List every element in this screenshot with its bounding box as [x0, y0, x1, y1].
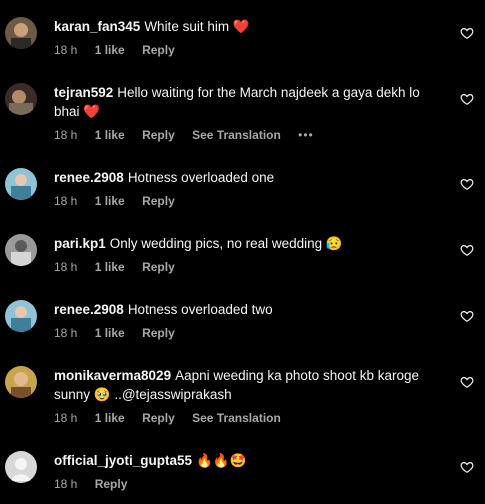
- comment-body: karan_fan345 White suit him ❤️ 18 h 1 lik…: [54, 17, 444, 58]
- comment-meta: 18 h 1 like Reply See Translation •••: [54, 127, 444, 143]
- heart-outline-icon[interactable]: [460, 375, 474, 389]
- comment-likes[interactable]: 1 like: [95, 43, 125, 57]
- comment-text-line: official_jyoti_gupta55 🔥🔥🤩: [54, 451, 444, 470]
- comment-meta: 18 h Reply: [54, 476, 444, 492]
- comment-likes[interactable]: 1 like: [95, 411, 125, 425]
- comment-likes[interactable]: 1 like: [95, 326, 125, 340]
- reply-button[interactable]: Reply: [95, 477, 128, 491]
- see-translation-button[interactable]: See Translation: [192, 411, 281, 425]
- comment-text: 🔥🔥🤩: [196, 453, 247, 468]
- comment-body: renee.2908 Hotness overloaded two 18 h 1 …: [54, 300, 444, 341]
- avatar[interactable]: [5, 300, 37, 332]
- avatar[interactable]: [5, 83, 37, 115]
- reply-button[interactable]: Reply: [142, 194, 175, 208]
- comment-body: monikaverma8029 Aapni weeding ka photo sh…: [54, 366, 444, 426]
- comment-time[interactable]: 18 h: [54, 477, 77, 491]
- comment-username[interactable]: renee.2908: [54, 302, 124, 317]
- comment-time[interactable]: 18 h: [54, 260, 77, 274]
- heart-outline-icon[interactable]: [460, 309, 474, 323]
- comment-likes[interactable]: 1 like: [95, 128, 125, 142]
- comment-time[interactable]: 18 h: [54, 326, 77, 340]
- comment-text-line: tejran592 Hello waiting for the March naj…: [54, 83, 444, 121]
- avatar[interactable]: [5, 366, 37, 398]
- comment-text-line: karan_fan345 White suit him ❤️: [54, 17, 444, 36]
- comment-username[interactable]: renee.2908: [54, 170, 124, 185]
- heart-outline-icon[interactable]: [460, 92, 474, 106]
- heart-outline-icon[interactable]: [460, 243, 474, 257]
- comment-text-line: pari.kp1 Only wedding pics, no real weddi…: [54, 234, 444, 253]
- reply-button[interactable]: Reply: [142, 43, 175, 57]
- comment-text-line: renee.2908 Hotness overloaded one: [54, 168, 444, 187]
- comment-time[interactable]: 18 h: [54, 411, 77, 425]
- see-translation-button[interactable]: See Translation: [192, 128, 281, 142]
- avatar[interactable]: [5, 234, 37, 266]
- comment-time[interactable]: 18 h: [54, 43, 77, 57]
- comment-body: renee.2908 Hotness overloaded one 18 h 1 …: [54, 168, 444, 209]
- reply-button[interactable]: Reply: [142, 128, 175, 142]
- reply-button[interactable]: Reply: [142, 326, 175, 340]
- comment-body: tejran592 Hello waiting for the March naj…: [54, 83, 444, 143]
- comment-meta: 18 h 1 like Reply See Translation: [54, 410, 444, 426]
- avatar[interactable]: [5, 168, 37, 200]
- heart-outline-icon[interactable]: [460, 460, 474, 474]
- comment-body: pari.kp1 Only wedding pics, no real weddi…: [54, 234, 444, 275]
- comment-username[interactable]: pari.kp1: [54, 236, 106, 251]
- comment-username[interactable]: monikaverma8029: [54, 368, 171, 383]
- comment-likes[interactable]: 1 like: [95, 194, 125, 208]
- comment-username[interactable]: official_jyoti_gupta55: [54, 453, 192, 468]
- comment-text: Hotness overloaded two: [127, 302, 273, 317]
- reply-button[interactable]: Reply: [142, 260, 175, 274]
- avatar[interactable]: [5, 17, 37, 49]
- comment-likes[interactable]: 1 like: [95, 260, 125, 274]
- comment-time[interactable]: 18 h: [54, 128, 77, 142]
- comment-text: White suit him ❤️: [144, 19, 250, 34]
- heart-outline-icon[interactable]: [460, 26, 474, 40]
- comment-text: Hotness overloaded one: [127, 170, 275, 185]
- comment-body: official_jyoti_gupta55 🔥🔥🤩 18 h Reply: [54, 451, 444, 492]
- comment-meta: 18 h 1 like Reply: [54, 259, 444, 275]
- heart-outline-icon[interactable]: [460, 177, 474, 191]
- comment-text-line: renee.2908 Hotness overloaded two: [54, 300, 444, 319]
- reply-button[interactable]: Reply: [142, 411, 175, 425]
- comment-meta: 18 h 1 like Reply: [54, 42, 444, 58]
- more-options-icon[interactable]: •••: [298, 128, 314, 142]
- comment-meta: 18 h 1 like Reply: [54, 193, 444, 209]
- comment-text-line: monikaverma8029 Aapni weeding ka photo sh…: [54, 366, 444, 404]
- comment-text: Only wedding pics, no real wedding 😥: [109, 236, 343, 251]
- comment-username[interactable]: tejran592: [54, 85, 113, 100]
- comment-time[interactable]: 18 h: [54, 194, 77, 208]
- avatar[interactable]: [5, 451, 37, 483]
- comment-username[interactable]: karan_fan345: [54, 19, 140, 34]
- comment-meta: 18 h 1 like Reply: [54, 325, 444, 341]
